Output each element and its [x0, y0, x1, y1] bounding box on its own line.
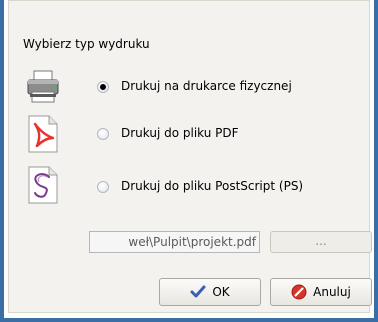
option-label: Drukuj na drukarce fizycznej: [121, 79, 292, 93]
window-frame: Wybierz typ wydruku Drukuj na drukarce f…: [0, 0, 378, 322]
postscript-file-icon: [28, 166, 58, 204]
dialog-heading: Wybierz typ wydruku: [23, 37, 150, 51]
radio-pdf[interactable]: [97, 128, 109, 140]
option-physical-printer[interactable]: Drukuj na drukarce fizycznej: [23, 67, 353, 107]
cancel-icon: [291, 284, 307, 300]
browse-button[interactable]: ...: [270, 231, 372, 253]
ok-button-label: OK: [212, 285, 230, 299]
radio-postscript[interactable]: [97, 181, 109, 193]
option-label: Drukuj do pliku PDF: [121, 126, 239, 140]
pdf-file-icon: [28, 115, 58, 153]
option-pdf[interactable]: Drukuj do pliku PDF: [23, 114, 353, 154]
file-path-field[interactable]: weł\Pulpit\projekt.pdf: [89, 231, 260, 253]
print-type-dialog: Wybierz typ wydruku Drukuj na drukarce f…: [8, 0, 372, 313]
cancel-button[interactable]: Anuluj: [270, 278, 372, 306]
option-label: Drukuj do pliku PostScript (PS): [121, 179, 304, 193]
ok-button[interactable]: OK: [159, 278, 261, 306]
radio-physical-printer[interactable]: [97, 81, 109, 93]
cancel-button-label: Anuluj: [313, 285, 351, 299]
checkmark-icon: [190, 285, 206, 298]
option-postscript[interactable]: Drukuj do pliku PostScript (PS): [23, 165, 353, 205]
printer-icon: [27, 70, 59, 103]
